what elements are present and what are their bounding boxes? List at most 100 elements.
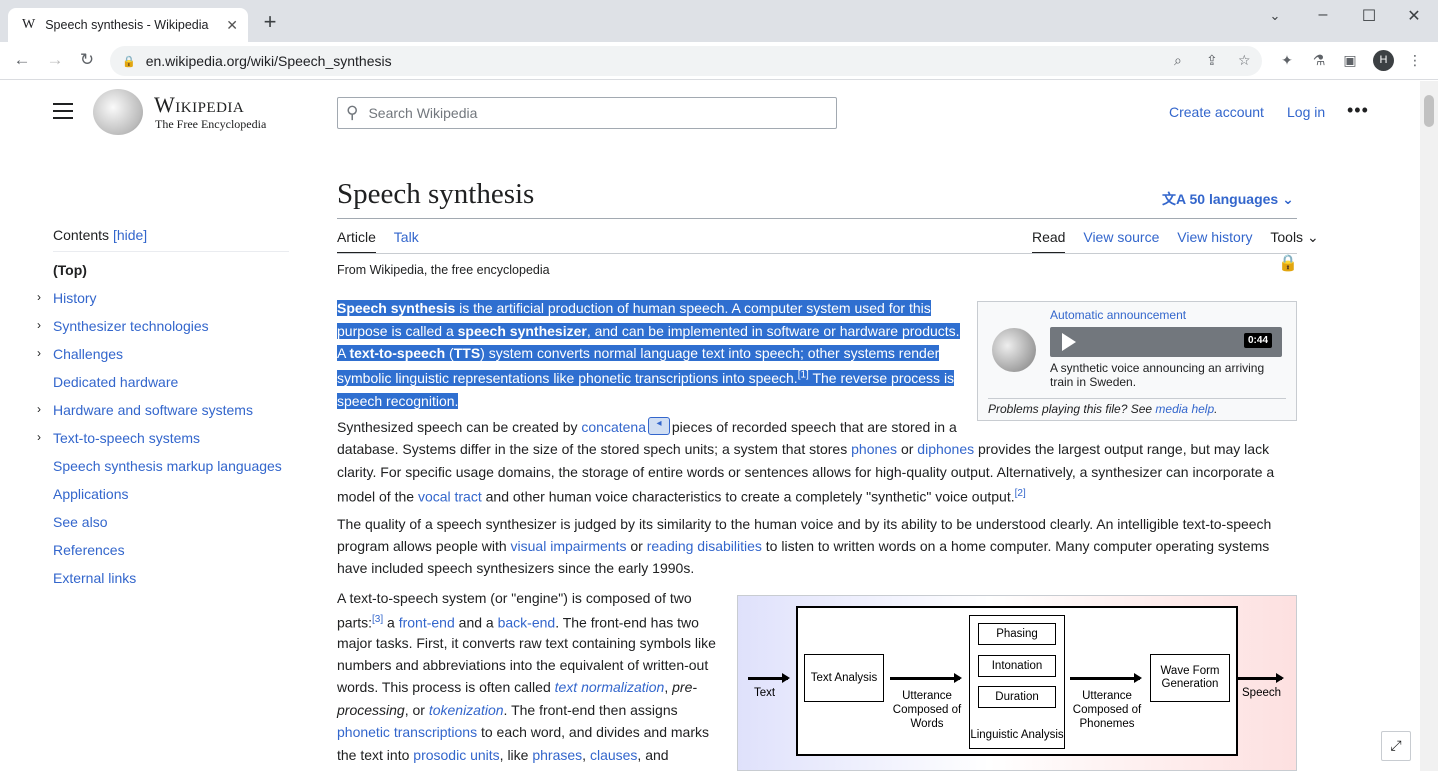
search-box[interactable]: ⚲ [337, 97, 837, 129]
text-normalization-link[interactable]: text normalization [555, 679, 665, 695]
search-icon: ⚲ [346, 103, 359, 122]
tokenization-link[interactable]: tokenization [429, 702, 504, 718]
toc-item-label[interactable]: History [53, 290, 97, 306]
speaker-icon [992, 328, 1036, 372]
visual-impairments-link[interactable]: visual impairments [511, 538, 627, 554]
toc-item-label[interactable]: Challenges [53, 346, 123, 362]
citation-link[interactable]: [3] [372, 614, 383, 625]
minimize-icon[interactable]: – [1308, 6, 1338, 24]
new-tab-icon[interactable]: + [258, 9, 282, 35]
toc-item-label[interactable]: References [53, 542, 125, 558]
expand-icon[interactable]: ⤢ [1381, 731, 1411, 761]
chevron-right-icon[interactable]: › [37, 287, 41, 307]
phrases-link[interactable]: phrases [532, 747, 582, 763]
toc-hide-link[interactable]: [hide] [113, 227, 147, 243]
vocal-tract-link[interactable]: vocal tract [418, 489, 482, 505]
chevron-right-icon[interactable]: › [37, 399, 41, 419]
toc-item-see-also[interactable]: See also [53, 510, 289, 538]
profile-avatar[interactable]: H [1373, 50, 1394, 71]
reload-icon[interactable]: ↻ [75, 50, 99, 70]
para-text: parts: [337, 614, 373, 631]
chevron-right-icon[interactable]: › [37, 343, 41, 363]
tab-article[interactable]: Article [337, 229, 376, 254]
wikipedia-logo-icon[interactable] [93, 89, 143, 135]
reading-disabilities-link[interactable]: reading disabilities [647, 538, 762, 554]
toc-item-synthesizer-technologies[interactable]: › Synthesizer technologies [37, 314, 289, 342]
browser-tab[interactable]: W Speech synthesis - Wikipedia ✕ [8, 8, 248, 42]
wikipedia-wordmark[interactable]: Wikipedia [154, 92, 244, 118]
main-menu-icon[interactable] [53, 103, 73, 119]
close-window-icon[interactable]: ✕ [1399, 6, 1429, 26]
maximize-icon[interactable]: ☐ [1354, 6, 1384, 26]
page-title: Speech synthesis [337, 178, 535, 210]
toc-item-label[interactable]: Synthesizer technologies [53, 318, 209, 334]
toc-item-markup-languages[interactable]: Speech synthesis markup languages [53, 454, 289, 482]
toc-item-applications[interactable]: Applications [53, 482, 289, 510]
back-end-link[interactable]: back-end [498, 615, 556, 631]
media-title-link[interactable]: Automatic announcement [1050, 308, 1186, 322]
clauses-link[interactable]: clauses [590, 747, 637, 763]
toc-item-dedicated-hardware[interactable]: Dedicated hardware [53, 370, 289, 398]
tab-read[interactable]: Read [1032, 229, 1066, 254]
arrow-icon [890, 673, 962, 682]
phones-link[interactable]: phones [851, 441, 897, 457]
toc-item-label[interactable]: Text-to-speech systems [53, 430, 200, 446]
page-scrollbar[interactable] [1420, 81, 1438, 771]
toc-item-label[interactable]: See also [53, 514, 107, 530]
toc-item-label[interactable]: Applications [53, 486, 129, 502]
more-options-icon[interactable]: ••• [1347, 100, 1369, 121]
bold-term: text-to-speech [349, 345, 446, 361]
close-tab-icon[interactable]: ✕ [226, 17, 238, 34]
audio-player[interactable]: 0:44 [1050, 327, 1282, 357]
tab-search-chevron-icon[interactable]: ⌄ [1260, 8, 1290, 24]
phonetic-transcriptions-link[interactable]: phonetic transcriptions [337, 724, 477, 740]
waveform-box: Wave Form Generation [1150, 654, 1230, 702]
bookmark-star-icon[interactable]: ☆ [1238, 52, 1251, 69]
toc-item-references[interactable]: References [53, 538, 289, 566]
toc-item-label[interactable]: External links [53, 570, 136, 586]
toc-item-label[interactable]: Hardware and software systems [53, 402, 253, 418]
toc-item-history[interactable]: › History [37, 286, 289, 314]
chevron-right-icon[interactable]: › [37, 315, 41, 335]
menu-kebab-icon[interactable]: ⋮ [1405, 52, 1425, 69]
toc-item-label: (Top) [53, 262, 87, 278]
scrollbar-thumb[interactable] [1424, 95, 1434, 127]
citation-link[interactable]: [1] [798, 370, 809, 381]
toc-item-label[interactable]: Dedicated hardware [53, 374, 178, 390]
concatenating-link[interactable]: concatena [581, 419, 646, 435]
arrow-icon [748, 673, 790, 682]
front-end-link[interactable]: front-end [399, 615, 455, 631]
toc-item-top[interactable]: (Top) [53, 258, 289, 286]
citation-link[interactable]: [2] [1015, 488, 1026, 499]
play-icon[interactable] [1062, 333, 1076, 351]
log-in-link[interactable]: Log in [1287, 104, 1325, 120]
share-icon[interactable]: ⇪ [1206, 52, 1218, 69]
tab-talk[interactable]: Talk [394, 229, 419, 245]
protection-lock-icon[interactable]: 🔒 [1278, 253, 1298, 273]
tab-view-history[interactable]: View history [1177, 229, 1252, 245]
forward-icon[interactable]: → [43, 50, 67, 70]
labs-icon[interactable]: ⚗ [1309, 52, 1329, 69]
prosodic-units-link[interactable]: prosodic units [413, 747, 499, 763]
toc-item-external-links[interactable]: External links [53, 566, 289, 594]
chevron-right-icon[interactable]: › [37, 427, 41, 447]
search-input[interactable] [368, 105, 836, 121]
diphones-link[interactable]: diphones [917, 441, 974, 457]
create-account-link[interactable]: Create account [1169, 104, 1264, 120]
side-panel-icon[interactable]: ▣ [1340, 52, 1360, 69]
view-tabs: Read View source View history Tools ⌄ [1032, 229, 1319, 260]
toc-item-hardware-software[interactable]: › Hardware and software systems [37, 398, 289, 426]
back-icon[interactable]: ← [10, 50, 34, 70]
extensions-icon[interactable]: ✦ [1277, 52, 1297, 69]
text-analysis-box: Text Analysis [804, 654, 884, 702]
toc-item-challenges[interactable]: › Challenges [37, 342, 289, 370]
tab-view-source[interactable]: View source [1083, 229, 1159, 245]
tts-diagram[interactable]: Text Text Analysis Utterance Composed of… [737, 595, 1297, 771]
zoom-search-icon[interactable]: ⌕ [1174, 52, 1182, 69]
address-bar[interactable]: 🔒 en.wikipedia.org/wiki/Speech_synthesis… [110, 46, 1262, 76]
link-preview-icon[interactable]: ◂ [648, 417, 670, 435]
media-help-link[interactable]: media help [1155, 402, 1214, 416]
languages-button[interactable]: 文A 50 languages ⌄ [1162, 189, 1294, 209]
toc-item-tts-systems[interactable]: › Text-to-speech systems [37, 426, 289, 454]
toc-item-label[interactable]: Speech synthesis markup languages [53, 458, 282, 474]
